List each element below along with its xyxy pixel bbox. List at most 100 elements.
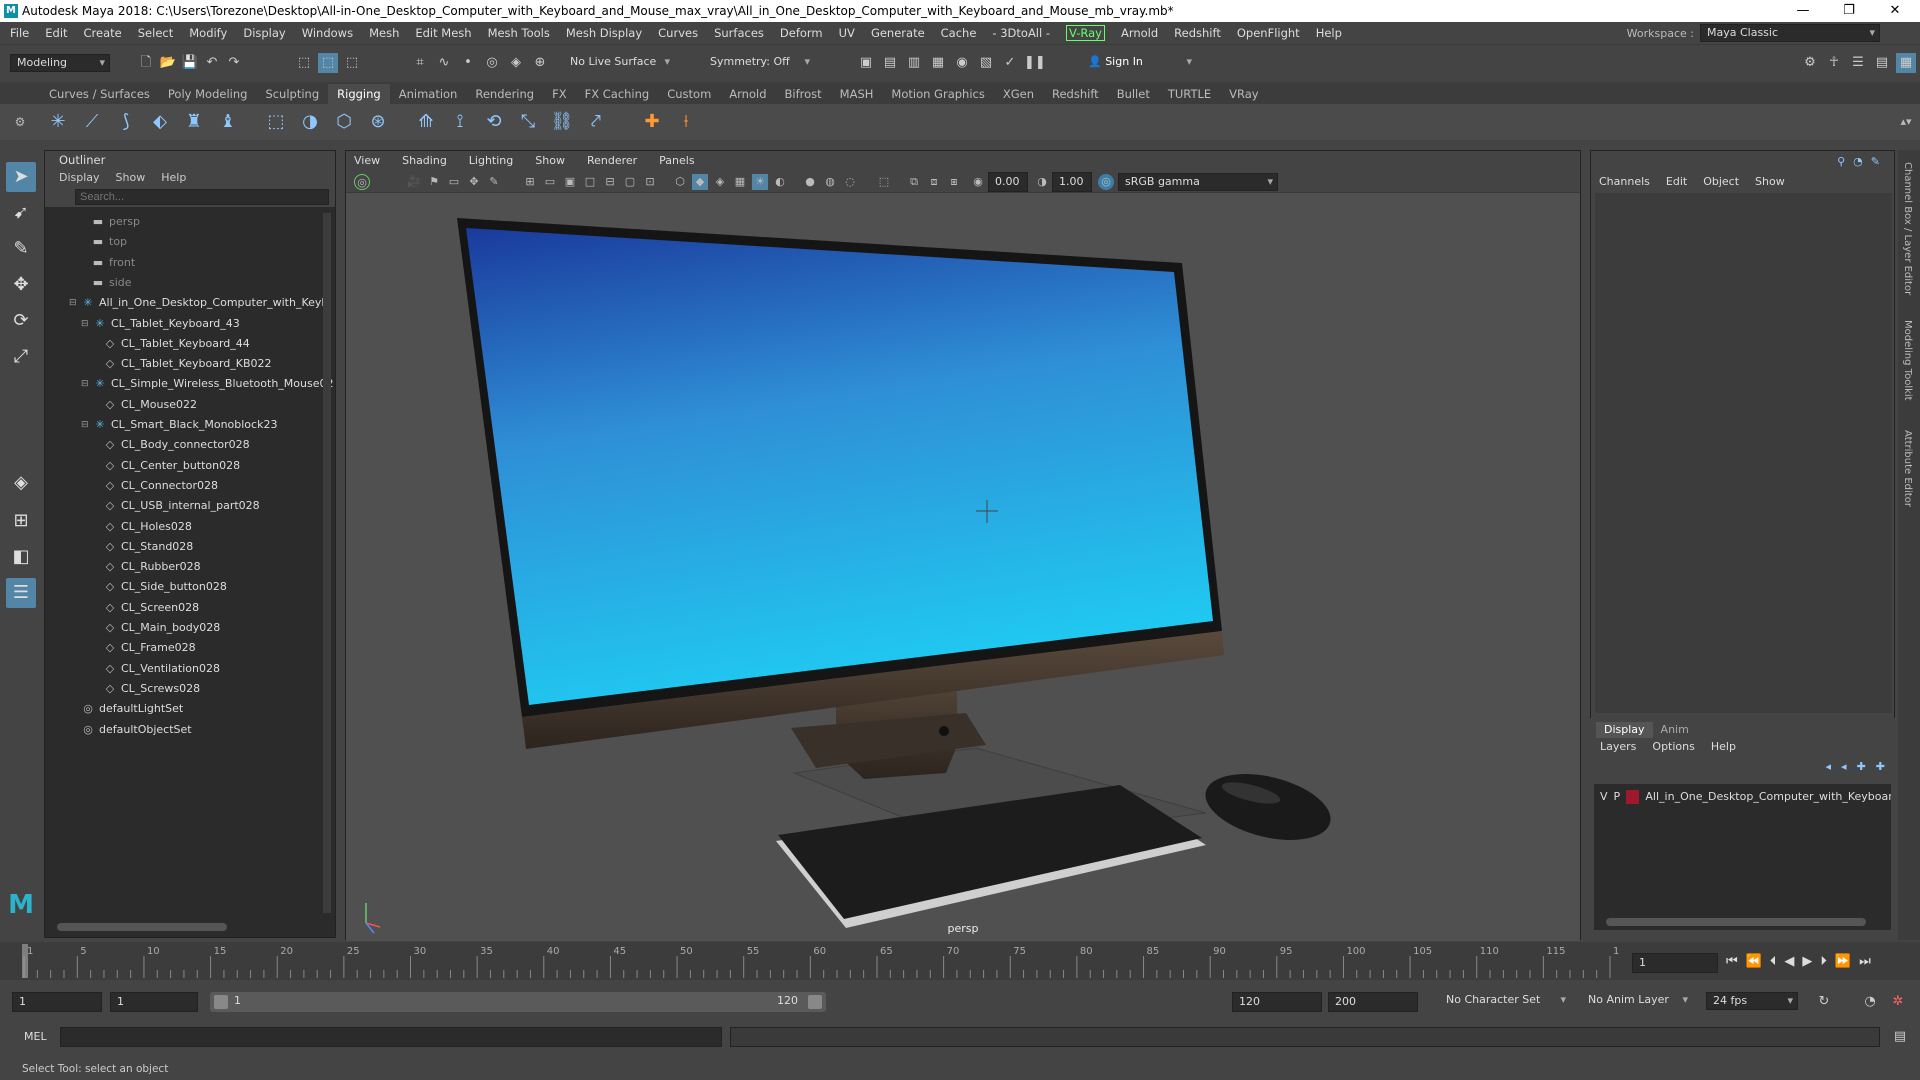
shelf-tab-turtle[interactable]: TURTLE	[1159, 84, 1220, 104]
human-ik-icon[interactable]: ☥	[1824, 53, 1844, 73]
scale-constraint-icon[interactable]: ⤡	[516, 110, 540, 134]
scale-tool-icon[interactable]: ⤢	[6, 342, 36, 372]
cluster-icon[interactable]: ⊛	[366, 110, 390, 134]
mel-input[interactable]	[60, 1027, 722, 1047]
outliner-item[interactable]: ◇ CL_Mouse022	[103, 396, 197, 414]
side-tab-attribute-editor[interactable]: Attribute Editor	[1902, 430, 1913, 507]
smooth-shade-icon[interactable]: ◆	[692, 174, 708, 190]
outliner-item[interactable]: ▬ side	[91, 274, 132, 292]
tool-settings-icon[interactable]: ▤	[1872, 53, 1892, 73]
channel-menu-object[interactable]: Object	[1703, 175, 1739, 188]
outliner-item[interactable]: ◎ defaultLightSet	[81, 700, 183, 718]
channel-menu-edit[interactable]: Edit	[1666, 175, 1687, 188]
gate-mask-icon[interactable]: □	[582, 174, 598, 190]
parent-constraint-icon[interactable]: ⛓	[550, 110, 574, 134]
collapse-icon[interactable]: ⊟	[81, 416, 89, 434]
new-scene-icon[interactable]: 🗋	[136, 53, 156, 73]
menu-mesh-tools[interactable]: Mesh Tools	[488, 26, 550, 40]
snap-curve-icon[interactable]: ∿	[434, 53, 454, 73]
mode-dropdown[interactable]: Modeling	[10, 54, 110, 72]
x-ray-icon[interactable]: ⧉	[906, 174, 922, 190]
shelf-tab-arnold[interactable]: Arnold	[720, 84, 775, 104]
sign-in-button[interactable]: 👤 Sign In	[1082, 54, 1196, 72]
start-time-field[interactable]: 1	[12, 992, 102, 1012]
attribute-editor-icon[interactable]: ☰	[1848, 53, 1868, 73]
outliner-item[interactable]: ⊟ ✳ CL_Smart_Black_Monoblock23	[81, 416, 277, 434]
shelf-tab-fx-caching[interactable]: FX Caching	[576, 84, 659, 104]
outliner-item[interactable]: ◇ CL_Ventilation028	[103, 660, 220, 678]
camera-attributes-icon[interactable]: 🎥	[406, 174, 422, 190]
menu-edit[interactable]: Edit	[45, 26, 67, 40]
outliner-menu-show[interactable]: Show	[116, 169, 146, 187]
layer-visibility[interactable]: V	[1600, 788, 1608, 806]
channel-sync-icon[interactable]: ◔	[1853, 155, 1863, 168]
menu-v-ray[interactable]: V-Ray	[1066, 25, 1105, 41]
range-handle-right[interactable]	[808, 995, 822, 1009]
outliner-item[interactable]: ◇ CL_Tablet_Keyboard_KB022	[103, 355, 272, 373]
pause-icon[interactable]: ❚❚	[1024, 53, 1046, 73]
shelf-tab-bullet[interactable]: Bullet	[1108, 84, 1159, 104]
lattice-icon[interactable]: ⬡	[332, 110, 356, 134]
point-constraint-icon[interactable]: ⟰	[414, 110, 438, 134]
viewport-3d-scene[interactable]: persp	[346, 193, 1580, 941]
select-object-icon[interactable]: ⬚	[318, 53, 338, 73]
aim-constraint-icon[interactable]: ⟟	[448, 110, 472, 134]
wireframe-icon[interactable]: ⬡	[672, 174, 688, 190]
outliner-item[interactable]: ◇ CL_Stand028	[103, 538, 194, 556]
color-space-dropdown[interactable]: sRGB gamma	[1118, 173, 1278, 191]
layer-menu-options[interactable]: Options	[1652, 740, 1694, 753]
menu-modify[interactable]: Modify	[189, 26, 227, 40]
paint-select-icon[interactable]: ✎	[6, 234, 36, 264]
outliner-item[interactable]: ◇ CL_Rubber028	[103, 558, 201, 576]
end-time-field[interactable]: 200	[1328, 992, 1418, 1012]
shelf-tab-animation[interactable]: Animation	[390, 84, 467, 104]
menu-edit-mesh[interactable]: Edit Mesh	[415, 26, 471, 40]
outliner-item[interactable]: ◇ CL_Screen028	[103, 599, 199, 617]
outliner-item[interactable]: ◇ CL_Body_connector028	[103, 436, 250, 454]
outliner-item[interactable]: ◇ CL_USB_internal_part028	[103, 497, 260, 515]
restore-icon[interactable]: ❐	[1826, 0, 1872, 22]
outliner-item[interactable]: ◇ CL_Center_button028	[103, 457, 240, 475]
select-tool-icon[interactable]: ➤	[6, 162, 36, 192]
backface-culling-icon[interactable]: ⧆	[946, 174, 962, 190]
menu-surfaces[interactable]: Surfaces	[714, 26, 764, 40]
grease-pencil-icon[interactable]: ✎	[486, 174, 502, 190]
viewport-menu-renderer[interactable]: Renderer	[587, 151, 637, 171]
menu-deform[interactable]: Deform	[780, 26, 823, 40]
viewport-menu-lighting[interactable]: Lighting	[469, 151, 513, 171]
modeling-toolkit-icon[interactable]: ⚙	[1800, 53, 1820, 73]
channel-box-icon[interactable]: ▦	[1896, 53, 1916, 73]
anti-aliasing-icon[interactable]: ◌	[842, 174, 858, 190]
locator-alt-icon[interactable]: ⟊	[674, 110, 698, 134]
new-layer-selected-icon[interactable]: ✚	[1876, 760, 1885, 773]
minimize-icon[interactable]: —	[1780, 0, 1826, 22]
range-slider[interactable]: 1 120	[210, 992, 826, 1012]
menu-mesh[interactable]: Mesh	[369, 26, 399, 40]
two-d-pan-icon[interactable]: ✥	[466, 174, 482, 190]
time-slider[interactable]: 1 5 10 15 20 25 30 35 40 45 50 55 60 65 70 75 80 85 90 95 10…	[0, 942, 1920, 980]
layer-menu-layers[interactable]: Layers	[1600, 740, 1636, 753]
film-gate-icon[interactable]: ▭	[542, 174, 558, 190]
shelf-tab-redshift[interactable]: Redshift	[1043, 84, 1108, 104]
viewport-menu-view[interactable]: View	[354, 151, 380, 171]
use-all-lights-icon[interactable]: ☀	[752, 174, 768, 190]
outliner-item[interactable]: ◇ CL_Side_button028	[103, 578, 227, 596]
side-tab-modeling-toolkit[interactable]: Modeling Toolkit	[1902, 320, 1913, 401]
workspace-dropdown[interactable]: Maya Classic	[1700, 24, 1880, 42]
step-forward-icon[interactable]: ⏩	[1835, 954, 1851, 969]
symmetry-dropdown[interactable]: Symmetry: Off	[704, 54, 814, 72]
menu-cache[interactable]: Cache	[941, 26, 977, 40]
shadows-icon[interactable]: ◐	[772, 174, 788, 190]
human-ik-shelf-icon[interactable]: ♝	[216, 110, 240, 134]
layer-row[interactable]: V P All_in_One_Desktop_Computer_with_Key…	[1594, 788, 1891, 806]
layer-color-swatch[interactable]	[1626, 790, 1640, 804]
shelf-tab-motion-graphics[interactable]: Motion Graphics	[882, 84, 993, 104]
outliner-menu-help[interactable]: Help	[161, 169, 186, 187]
two-view-icon[interactable]: ◧	[6, 542, 36, 572]
save-scene-icon[interactable]: 💾	[180, 53, 200, 73]
layer-tab-display[interactable]: Display	[1596, 722, 1653, 738]
ik-spline-icon[interactable]: ⟆	[114, 110, 138, 134]
ipr-render-icon[interactable]: ▥	[904, 53, 924, 73]
select-camera-icon[interactable]: ◎	[354, 174, 370, 190]
collapse-icon[interactable]: ⊟	[81, 375, 89, 393]
